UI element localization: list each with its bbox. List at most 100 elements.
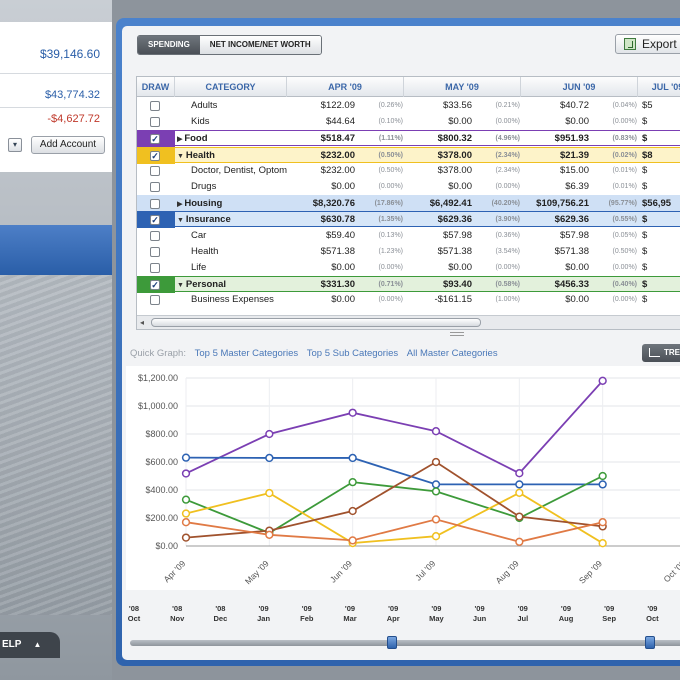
category-label: Housing	[184, 198, 223, 210]
assets-balance-row[interactable]: $43,774.32	[0, 84, 112, 108]
percent-cell: (1.11%)	[378, 135, 403, 143]
add-account-button[interactable]: Add Account	[31, 136, 105, 154]
draw-checkbox[interactable]	[150, 230, 160, 241]
draw-checkbox[interactable]: ✓	[150, 280, 160, 291]
data-point	[431, 515, 441, 524]
timeline-year: '09	[431, 604, 442, 613]
amount-cell: $109,756.21	[536, 198, 589, 210]
timeline-month: Oct	[127, 614, 141, 623]
scroll-left-icon[interactable]: ◂	[140, 318, 144, 327]
table-row[interactable]: Adults $122.09 (0.26%) $33.56 (0.21%) $40.72 (…	[137, 98, 680, 114]
draw-checkbox[interactable]	[150, 101, 160, 111]
percent-cell: (0.00%)	[495, 118, 520, 126]
draw-checkbox[interactable]	[150, 246, 160, 257]
trend-button[interactable]: TRE	[642, 344, 680, 362]
draw-checkbox[interactable]	[150, 263, 160, 273]
header-jun-09[interactable]: JUN '09	[521, 77, 638, 97]
table-row[interactable]: Doctor, Dentist, Optometrist $232.00 (0.50…	[137, 163, 680, 179]
amount-cell: $0.00	[448, 262, 472, 273]
category-label: Health	[185, 149, 215, 161]
collapse-icon[interactable]: ▼	[177, 217, 186, 224]
timeline-month-label[interactable]: '09 May	[421, 604, 451, 624]
percent-cell: (3.54%)	[495, 247, 520, 255]
timeline-month-label[interactable]: '09 Jan	[249, 604, 279, 624]
timeline-track[interactable]	[130, 640, 680, 646]
draw-checkbox[interactable]: ✓	[150, 215, 160, 226]
liabilities-balance-row[interactable]: -$4,627.72	[0, 108, 112, 132]
draw-checkbox[interactable]	[150, 199, 160, 210]
table-row[interactable]: Car $59.40 (0.13%) $57.98 (0.36%) $57.98 (0.05…	[137, 228, 680, 244]
account-controls: ▾ Add Account	[0, 136, 112, 156]
data-point	[598, 518, 607, 527]
timeline-month-label[interactable]: '09 Aug	[551, 604, 581, 624]
header-draw[interactable]: DRAW	[137, 77, 175, 97]
percent-cell: (40.20%)	[491, 200, 520, 208]
link-all-master[interactable]: All Master Categories	[407, 348, 498, 359]
tab-spending[interactable]: SPENDING	[138, 36, 200, 54]
header-jul-09[interactable]: JUL '09	[638, 77, 680, 97]
link-top-5-sub[interactable]: Top 5 Sub Categories	[307, 348, 398, 359]
draw-checkbox[interactable]	[150, 182, 160, 192]
draw-checkbox[interactable]	[150, 117, 160, 128]
amount-cell: $57.98	[559, 229, 589, 241]
horizontal-scrollbar[interactable]: ◂	[137, 315, 680, 329]
draw-checkbox[interactable]: ✓	[150, 134, 160, 145]
scroll-thumb[interactable]	[151, 318, 481, 327]
timeline-month-label[interactable]: '09 Feb	[292, 604, 322, 624]
amount-cell: $	[642, 262, 648, 273]
header-category[interactable]: CATEGORY	[175, 77, 287, 97]
account-type-dropdown[interactable]: ▾	[8, 138, 22, 152]
table-row[interactable]: ✓ ▶ Food $518.47 (1.11%) $800.32 (4.96%) $951.…	[137, 130, 680, 148]
table-row[interactable]: Kids $44.64 (0.10%) $0.00 (0.00%) $0.00 (0.00%…	[137, 114, 680, 130]
data-point	[598, 376, 607, 385]
timeline-month-label[interactable]: '09 Sep	[594, 604, 624, 624]
table-row[interactable]: Drugs $0.00 (0.00%) $0.00 (0.00%) $6.39 (0.01%…	[137, 179, 680, 195]
timeline-month: Nov	[170, 614, 185, 623]
table-row[interactable]: ✓ ▼ Insurance $630.78 (1.35%) $629.36 (3.90%)…	[137, 211, 680, 229]
table-row[interactable]: ✓ ▼ Health $232.00 (0.50%) $378.00 (2.34%) $21…	[137, 146, 680, 164]
category-label: Drugs	[191, 181, 217, 192]
percent-cell: (0.02%)	[612, 151, 637, 159]
account-balance-row[interactable]: $39,146.60	[0, 32, 112, 74]
timeline-year: '09	[517, 604, 528, 613]
category-cell: Drugs	[191, 179, 287, 195]
draw-checkbox[interactable]	[150, 295, 160, 306]
timeline-month-label[interactable]: '09 Jul	[508, 604, 538, 624]
collapse-icon[interactable]: ▼	[177, 282, 186, 289]
percent-cell: (0.50%)	[378, 151, 403, 159]
table-row[interactable]: Life $0.00 (0.00%) $0.00 (0.00%) $0.00 (0.00%)…	[137, 260, 680, 276]
table-row[interactable]: ✓ ▼ Personal $331.30 (0.71%) $93.40 (0.58%) $4…	[137, 276, 680, 294]
percent-cell: (0.13%)	[378, 231, 403, 239]
help-tab[interactable]: ELP ▲	[0, 632, 60, 658]
timeline-month-label[interactable]: '08 Dec	[205, 604, 235, 624]
net-balance: -$4,627.72	[47, 113, 100, 125]
timeline-month-label[interactable]: '09 Mar	[335, 604, 365, 624]
amount-cell: $0.00	[565, 116, 589, 128]
category-cell: ▶ Food	[177, 131, 287, 147]
table-row[interactable]: Health $571.38 (1.23%) $571.38 (3.54%) $571.3…	[137, 244, 680, 260]
percent-cell: (0.00%)	[612, 264, 637, 271]
draw-checkbox[interactable]: ✓	[150, 150, 160, 161]
splitter-grip[interactable]	[450, 332, 464, 336]
timeline-month-label[interactable]: '08 Nov	[162, 604, 192, 624]
draw-checkbox[interactable]	[150, 165, 160, 176]
table-row[interactable]: Business Expenses $0.00 (0.00%) -$161.15 (1.…	[137, 292, 680, 308]
header-may-09[interactable]: MAY '09	[404, 77, 521, 97]
data-point	[431, 532, 441, 541]
amount-cell: $629.36	[437, 214, 472, 226]
data-point	[431, 427, 441, 436]
link-top-5-master[interactable]: Top 5 Master Categories	[195, 348, 299, 359]
timeline-end-handle[interactable]	[645, 636, 655, 649]
timeline-start-handle[interactable]	[387, 636, 397, 649]
export-button[interactable]: Export	[615, 34, 680, 54]
timeline-month-label[interactable]: '09 Oct	[637, 604, 667, 624]
data-point	[431, 457, 441, 467]
collapse-icon[interactable]: ▼	[177, 153, 186, 160]
percent-cell: (0.10%)	[378, 118, 403, 126]
timeline-month-label[interactable]: '09 Jun	[465, 604, 495, 624]
timeline-month-label[interactable]: '08 Oct	[119, 604, 149, 624]
timeline-month-label[interactable]: '09 Apr	[378, 604, 408, 624]
table-row[interactable]: ▶ Housing $8,320.76 (17.86%) $6,492.41 (40.2…	[137, 195, 680, 213]
header-apr-09[interactable]: APR '09	[287, 77, 404, 97]
tab-net-income-net-worth[interactable]: NET INCOME/NET WORTH	[199, 36, 321, 54]
